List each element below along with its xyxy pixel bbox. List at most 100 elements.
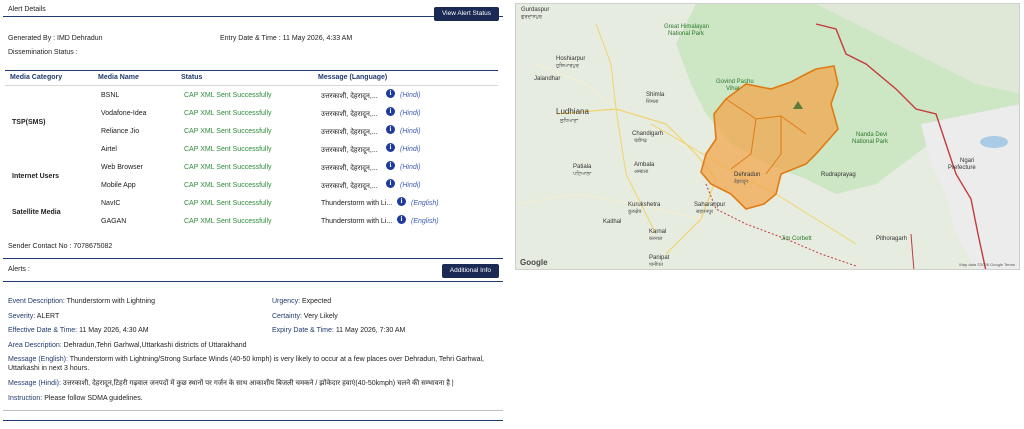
event-value: Thunderstorm with Lightning	[66, 298, 155, 305]
info-icon[interactable]: i	[386, 125, 395, 134]
map-label-prefecture: Prefecture	[948, 165, 976, 171]
header-message-language: Message (Language)	[318, 74, 388, 81]
instruction-label: Instruction:	[8, 395, 43, 402]
dissemination-status-label: Dissemination Status :	[8, 49, 78, 56]
map-label-rudraprayag: Rudraprayag	[821, 172, 856, 178]
area-description: Area Description: Dehradun,Tehri Garhwal…	[8, 342, 247, 349]
effective-date-time: Effective Date & Time: 11 May 2026, 4:30…	[8, 327, 149, 334]
expiry-value: 11 May 2026, 7:30 AM	[335, 327, 406, 334]
map-label-nanda-devi-park: National Park	[852, 139, 889, 145]
message-language: (Hindi)	[400, 92, 421, 99]
media-name: Web Browser	[101, 164, 143, 171]
map-label-jalandhar: Jalandhar	[534, 76, 561, 82]
severity: Severity: ALERT	[8, 313, 59, 320]
header-media-name: Media Name	[98, 74, 139, 81]
additional-info-button[interactable]: Additional Info	[441, 264, 499, 278]
media-name: Airtel	[101, 146, 117, 153]
alert-details-header: Alert Details View Alert Status	[3, 0, 503, 21]
map-label-hoshiarpur-local: ਹੁਸ਼ਿਆਰਪੁਰ	[556, 63, 579, 69]
message-hindi-value: उत्तरकाशी, देहरादून,टिहरी गढ़वाल जनपदों …	[62, 380, 454, 387]
media-name: BSNL	[101, 92, 120, 99]
table-row: GAGAN CAP XML Sent Successfully Thunders…	[5, 214, 498, 232]
map-label-govind-pashu: Govind Pashu	[716, 79, 754, 85]
message-language: (Hindi)	[400, 146, 421, 153]
map-label-great-himalayan: Great Himalayan	[664, 24, 710, 30]
urgency: Urgency: Expected	[272, 298, 331, 305]
table-row: Vodafone-Idea CAP XML Sent Successfully …	[5, 106, 498, 124]
severity-value: ALERT	[36, 313, 60, 320]
severity-label: Severity:	[8, 313, 36, 320]
message-preview: Thunderstorm with Li...	[321, 200, 393, 207]
alerts-title: Alerts :	[8, 266, 30, 273]
certainty: Certainty: Very Likely	[272, 313, 338, 320]
media-status: CAP XML Sent Successfully	[184, 218, 272, 225]
media-name: Vodafone-Idea	[101, 110, 147, 117]
view-alert-status-button[interactable]: View Alert Status	[433, 7, 499, 21]
map-label-saharanpur: Saharanpur	[694, 202, 726, 208]
entry-date-time: Entry Date & Time : 11 May 2026, 4:33 AM	[220, 35, 353, 42]
sender-contact: Sender Contact No : 7078675082	[8, 243, 113, 250]
google-logo: Google	[520, 258, 548, 267]
message-english: Message (English): Thunderstorm with Lig…	[8, 356, 484, 363]
info-icon[interactable]: i	[386, 89, 395, 98]
footer-divider-2	[3, 420, 503, 421]
map-attribution[interactable]: Map data ©2026 Google Terms	[959, 262, 1015, 267]
message-preview: उत्तरकाशी, देहरादून,...	[321, 147, 378, 154]
info-icon[interactable]: i	[386, 179, 395, 188]
message-preview: Thunderstorm with Li...	[321, 218, 393, 225]
media-name: Reliance Jio	[101, 128, 140, 135]
map-label-ludhiana: Ludhiana	[556, 107, 589, 116]
header-status: Status	[181, 74, 203, 81]
media-status: CAP XML Sent Successfully	[184, 200, 272, 207]
media-status: CAP XML Sent Successfully	[184, 128, 272, 135]
table-row: BSNL CAP XML Sent Successfully उत्तरकाशी…	[5, 88, 498, 106]
alert-area-map[interactable]: Gurdaspur ਗੁਰਦਾਸਪੁਰ Hoshiarpur ਹੁਸ਼ਿਆਰਪੁ…	[515, 3, 1020, 270]
message-language: (Hindi)	[400, 182, 421, 189]
map-label-jim-corbett: Jim Corbett	[781, 236, 812, 242]
effective-value: 11 May 2026, 4:30 AM	[79, 327, 149, 334]
message-language: (English)	[411, 200, 439, 207]
map-label-kaithal: Kaithal	[603, 219, 622, 225]
table-row: Reliance Jio CAP XML Sent Successfully उ…	[5, 124, 498, 142]
info-icon[interactable]: i	[397, 215, 406, 224]
generated-by: Generated By : IMD Dehradun	[8, 35, 103, 42]
map-label-vihar: Vihar	[726, 86, 740, 92]
event-label: Event Description:	[8, 298, 65, 305]
alert-details-panel: Alert Details View Alert Status Generate…	[0, 0, 505, 429]
map-label-patiala: Patiala	[573, 164, 592, 170]
header-media-category: Media Category	[10, 74, 63, 81]
info-icon[interactable]: i	[386, 143, 395, 152]
table-row: Airtel CAP XML Sent Successfully उत्तरका…	[5, 142, 498, 160]
table-row: NavIC CAP XML Sent Successfully Thunders…	[5, 196, 498, 214]
table-row: Mobile App CAP XML Sent Successfully उत्…	[5, 178, 498, 196]
media-status: CAP XML Sent Successfully	[184, 182, 272, 189]
certainty-value: Very Likely	[303, 313, 338, 320]
area-value: Dehradun,Tehri Garhwal,Uttarkashi distri…	[63, 342, 247, 349]
map-label-dehradun: Dehradun	[734, 172, 761, 178]
lake	[980, 136, 1008, 148]
map-label-patiala-local: ਪਟਿਆਲਾ	[573, 171, 592, 177]
message-preview: उत्तरकाशी, देहरादून,...	[321, 129, 378, 136]
message-language: (Hindi)	[400, 128, 421, 135]
map-label-kurukshetra: Kurukshetra	[628, 202, 661, 208]
message-preview: उत्तरकाशी, देहरादून,...	[321, 93, 378, 100]
map-label-dehradun-local: देहरादून	[734, 179, 749, 185]
info-icon[interactable]: i	[386, 161, 395, 170]
info-icon[interactable]: i	[386, 107, 395, 116]
urgency-label: Urgency:	[272, 298, 301, 305]
info-icon[interactable]: i	[397, 197, 406, 206]
media-table-header: Media Category Media Name Status Message…	[5, 70, 498, 85]
map-label-ngari: Ngari	[960, 158, 975, 164]
instruction-value: Please follow SDMA guidelines.	[44, 395, 143, 402]
message-hindi-label: Message (Hindi):	[8, 380, 61, 387]
footer-divider	[3, 410, 503, 411]
map-label-shimla-local: शिमला	[646, 99, 659, 105]
map-label-karnal-local: करनाल	[649, 236, 663, 242]
map-label-hoshiarpur: Hoshiarpur	[556, 56, 586, 62]
media-status: CAP XML Sent Successfully	[184, 110, 272, 117]
message-english-line2: Uttarkashi in next 3 hours.	[8, 365, 90, 372]
media-status: CAP XML Sent Successfully	[184, 164, 272, 171]
alert-details-title: Alert Details	[8, 6, 46, 13]
event-description: Event Description: Thunderstorm with Lig…	[8, 298, 155, 305]
map-label-shimla: Shimla	[646, 92, 665, 98]
